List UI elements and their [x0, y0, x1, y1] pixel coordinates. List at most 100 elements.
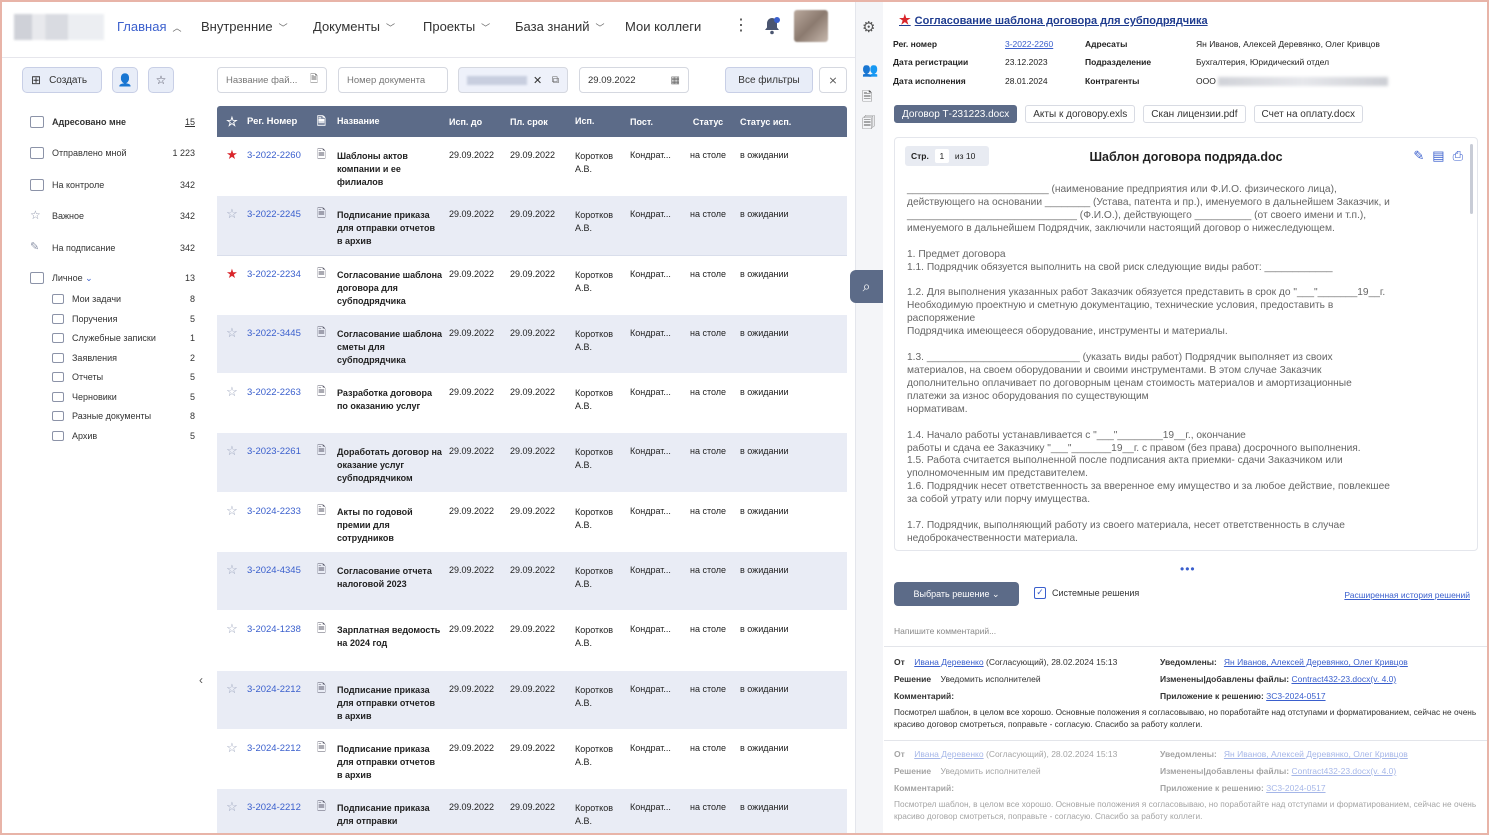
- date-filter[interactable]: 29.09.2022 ▦: [579, 67, 689, 93]
- file-tab[interactable]: Договор Т-231223.docx: [894, 105, 1018, 123]
- document-name[interactable]: Подписание приказа для отправки: [337, 802, 449, 828]
- notified-link[interactable]: Ян Иванов, Алексей Деревянко, Олег Кривц…: [1224, 749, 1408, 759]
- file-tab[interactable]: Счет на оплату.docx: [1253, 105, 1364, 123]
- document-name[interactable]: Подписание приказа для отправки отчетов …: [337, 684, 449, 723]
- nav-colleagues[interactable]: Мои коллеги: [625, 19, 701, 34]
- star-outline-icon[interactable]: ☆: [217, 115, 247, 128]
- table-row[interactable]: ☆ 3-2024-2212 🗎 Подписание приказа для отпр…: [217, 670, 847, 730]
- sidebar-item-applications[interactable]: Заявления 2: [52, 348, 195, 368]
- system-decisions-checkbox[interactable]: ✓ Системные решения: [1034, 587, 1139, 599]
- changed-file-link[interactable]: Contract432-23.docx(v. 4.0): [1291, 766, 1396, 776]
- scrollbar[interactable]: [1470, 144, 1473, 214]
- sidebar-item-addressed[interactable]: Адресовано мне 15: [30, 112, 195, 132]
- table-row[interactable]: ☆ 3-2024-2212 🗎 Подписание приказа для отпр…: [217, 730, 847, 790]
- table-row[interactable]: ☆ 3-2022-2245 🗎 Подписание приказа для отпр…: [217, 196, 847, 256]
- collapse-sidebar-icon[interactable]: ‹: [199, 673, 203, 687]
- more-menu-icon[interactable]: ⋮: [733, 15, 749, 35]
- col-poster[interactable]: Пост.: [630, 117, 682, 127]
- author-link[interactable]: Ивана Деревенко: [914, 749, 983, 759]
- col-planned[interactable]: Пл. срок: [510, 117, 575, 127]
- nav-projects[interactable]: Проекты ﹀: [423, 19, 490, 34]
- table-row[interactable]: ☆ 3-2024-1238 🗎 Зарплатная ведомость на 202…: [217, 611, 847, 671]
- star-outline-icon[interactable]: ☆: [217, 444, 247, 457]
- table-row[interactable]: ☆ 3-2024-4345 🗎 Согласование отчета налогов…: [217, 552, 847, 612]
- table-row[interactable]: ☆ 3-2024-2212 🗎 Подписание приказа для отпр…: [217, 789, 847, 835]
- notified-link[interactable]: Ян Иванов, Алексей Деревянко, Олег Кривц…: [1224, 657, 1408, 667]
- star-outline-icon[interactable]: ☆: [217, 504, 247, 517]
- star-outline-icon[interactable]: ☆: [217, 326, 247, 339]
- meta-reg-value[interactable]: 3-2022-2260: [1005, 39, 1053, 49]
- edit-icon[interactable]: ✎: [1413, 148, 1424, 164]
- comment-input[interactable]: Напишите комментарий...: [894, 626, 996, 636]
- nav-internal[interactable]: Внутренние ﹀: [201, 19, 288, 34]
- star-outline-icon[interactable]: ☆: [217, 800, 247, 813]
- reg-number-link[interactable]: 3-2022-3445: [247, 328, 317, 339]
- col-exec-status[interactable]: Статус исп.: [734, 117, 814, 127]
- file-icon[interactable]: 🗐: [862, 114, 875, 136]
- sidebar-item-drafts[interactable]: Черновики 5: [52, 387, 195, 407]
- users-icon[interactable]: 👥: [862, 62, 878, 78]
- document-name[interactable]: Согласование отчета налоговой 2023: [337, 565, 449, 591]
- file-tab[interactable]: Акты к договору.exls: [1025, 105, 1136, 123]
- document-name[interactable]: Зарплатная ведомость на 2024 год: [337, 624, 449, 650]
- resize-handle-icon[interactable]: •••: [1180, 562, 1196, 576]
- document-name[interactable]: Подписание приказа для отправки отчетов …: [337, 209, 449, 248]
- sidebar-item-misc-docs[interactable]: Разные документы 8: [52, 406, 195, 426]
- star-outline-icon[interactable]: ☆: [217, 622, 247, 635]
- clear-filters-icon[interactable]: ⨯: [819, 67, 847, 93]
- sidebar-item-my-tasks[interactable]: Мои задачи 8: [52, 289, 195, 309]
- col-executor[interactable]: Исп.: [575, 115, 630, 128]
- reg-number-link[interactable]: 3-2024-2212: [247, 743, 317, 754]
- table-row[interactable]: ☆ 3-2023-2261 🗎 Доработать договор на оказа…: [217, 433, 847, 493]
- col-status[interactable]: Статус: [682, 117, 734, 127]
- sidebar-item-signing[interactable]: ✎ На подписание 342: [30, 238, 195, 258]
- close-icon[interactable]: ✕: [533, 74, 542, 87]
- sidebar-item-memos[interactable]: Служебные записки 1: [52, 328, 195, 348]
- user-avatar[interactable]: [794, 10, 828, 42]
- choose-decision-button[interactable]: Выбрать решение ⌄: [894, 582, 1019, 606]
- col-name[interactable]: Название: [337, 115, 449, 128]
- sidebar-item-sent[interactable]: Отправлено мной 1 223: [30, 143, 195, 163]
- document-name[interactable]: Согласование шаблона договора для субпод…: [337, 269, 449, 308]
- docnum-filter[interactable]: Номер документа: [338, 67, 448, 93]
- star-outline-icon[interactable]: ☆: [217, 207, 247, 220]
- document-name[interactable]: Акты по годовой премии для сотрудников: [337, 506, 449, 545]
- filename-filter[interactable]: Название фай... 🗎: [217, 67, 327, 93]
- document-name[interactable]: Доработать договор на оказание услуг суб…: [337, 446, 449, 485]
- reg-number-link[interactable]: 3-2024-2233: [247, 506, 317, 517]
- table-row[interactable]: ☆ 3-2024-2233 🗎 Акты по годовой премии для …: [217, 493, 847, 553]
- reg-number-link[interactable]: 3-2022-2260: [247, 150, 317, 161]
- nav-documents[interactable]: Документы ﹀: [313, 19, 395, 34]
- star-outline-icon[interactable]: ☆: [217, 385, 247, 398]
- decision-history-link[interactable]: Расширенная история решений: [1344, 590, 1470, 600]
- sidebar-item-control[interactable]: На контроле 342: [30, 175, 195, 195]
- nav-knowledge-base[interactable]: База знаний ﹀: [515, 19, 605, 34]
- print-icon[interactable]: ⎙: [1453, 148, 1463, 164]
- reg-number-link[interactable]: 3-2024-2212: [247, 802, 317, 813]
- star-filled-icon[interactable]: ★: [217, 267, 247, 280]
- reg-number-link[interactable]: 3-2022-2245: [247, 209, 317, 220]
- gear-icon[interactable]: ⚙: [862, 18, 875, 36]
- col-due[interactable]: Исп. до: [449, 117, 510, 127]
- reg-number-link[interactable]: 3-2022-2263: [247, 387, 317, 398]
- blurred-filter-chip[interactable]: ✕ ⧉: [458, 67, 568, 93]
- table-row[interactable]: ☆ 3-2022-3445 🗎 Согласование шаблона сметы …: [217, 314, 847, 375]
- table-row[interactable]: ★ 3-2022-2260 🗎 Шаблоны актов компании и ее…: [217, 137, 847, 197]
- star-outline-icon[interactable]: ☆: [217, 741, 247, 754]
- table-row[interactable]: ★ 3-2022-2234 🗎 Согласование шаблона догово…: [217, 255, 847, 315]
- reg-number-link[interactable]: 3-2024-4345: [247, 565, 317, 576]
- sidebar-item-important[interactable]: ☆ Важное 342: [30, 206, 195, 226]
- document-name[interactable]: Согласование шаблона сметы для субподряд…: [337, 328, 449, 367]
- document-settings-icon[interactable]: ▤: [1432, 148, 1444, 164]
- user-filter-button[interactable]: 👤: [112, 67, 138, 93]
- reg-number-link[interactable]: 3-2024-2212: [247, 684, 317, 695]
- star-filled-icon[interactable]: ★: [899, 12, 911, 27]
- document-icon[interactable]: 🗎: [862, 88, 872, 110]
- document-name[interactable]: Разработка договора по оказанию услуг: [337, 387, 449, 413]
- star-outline-icon[interactable]: ☆: [217, 682, 247, 695]
- col-reg-number[interactable]: Рег. Номер: [247, 116, 317, 127]
- favorites-button[interactable]: ☆: [148, 67, 174, 93]
- notification-bell-icon[interactable]: [762, 16, 782, 36]
- sidebar-item-personal[interactable]: Личное ⌄ 13: [30, 268, 195, 288]
- table-row[interactable]: ☆ 3-2022-2263 🗎 Разработка договора по оказ…: [217, 374, 847, 434]
